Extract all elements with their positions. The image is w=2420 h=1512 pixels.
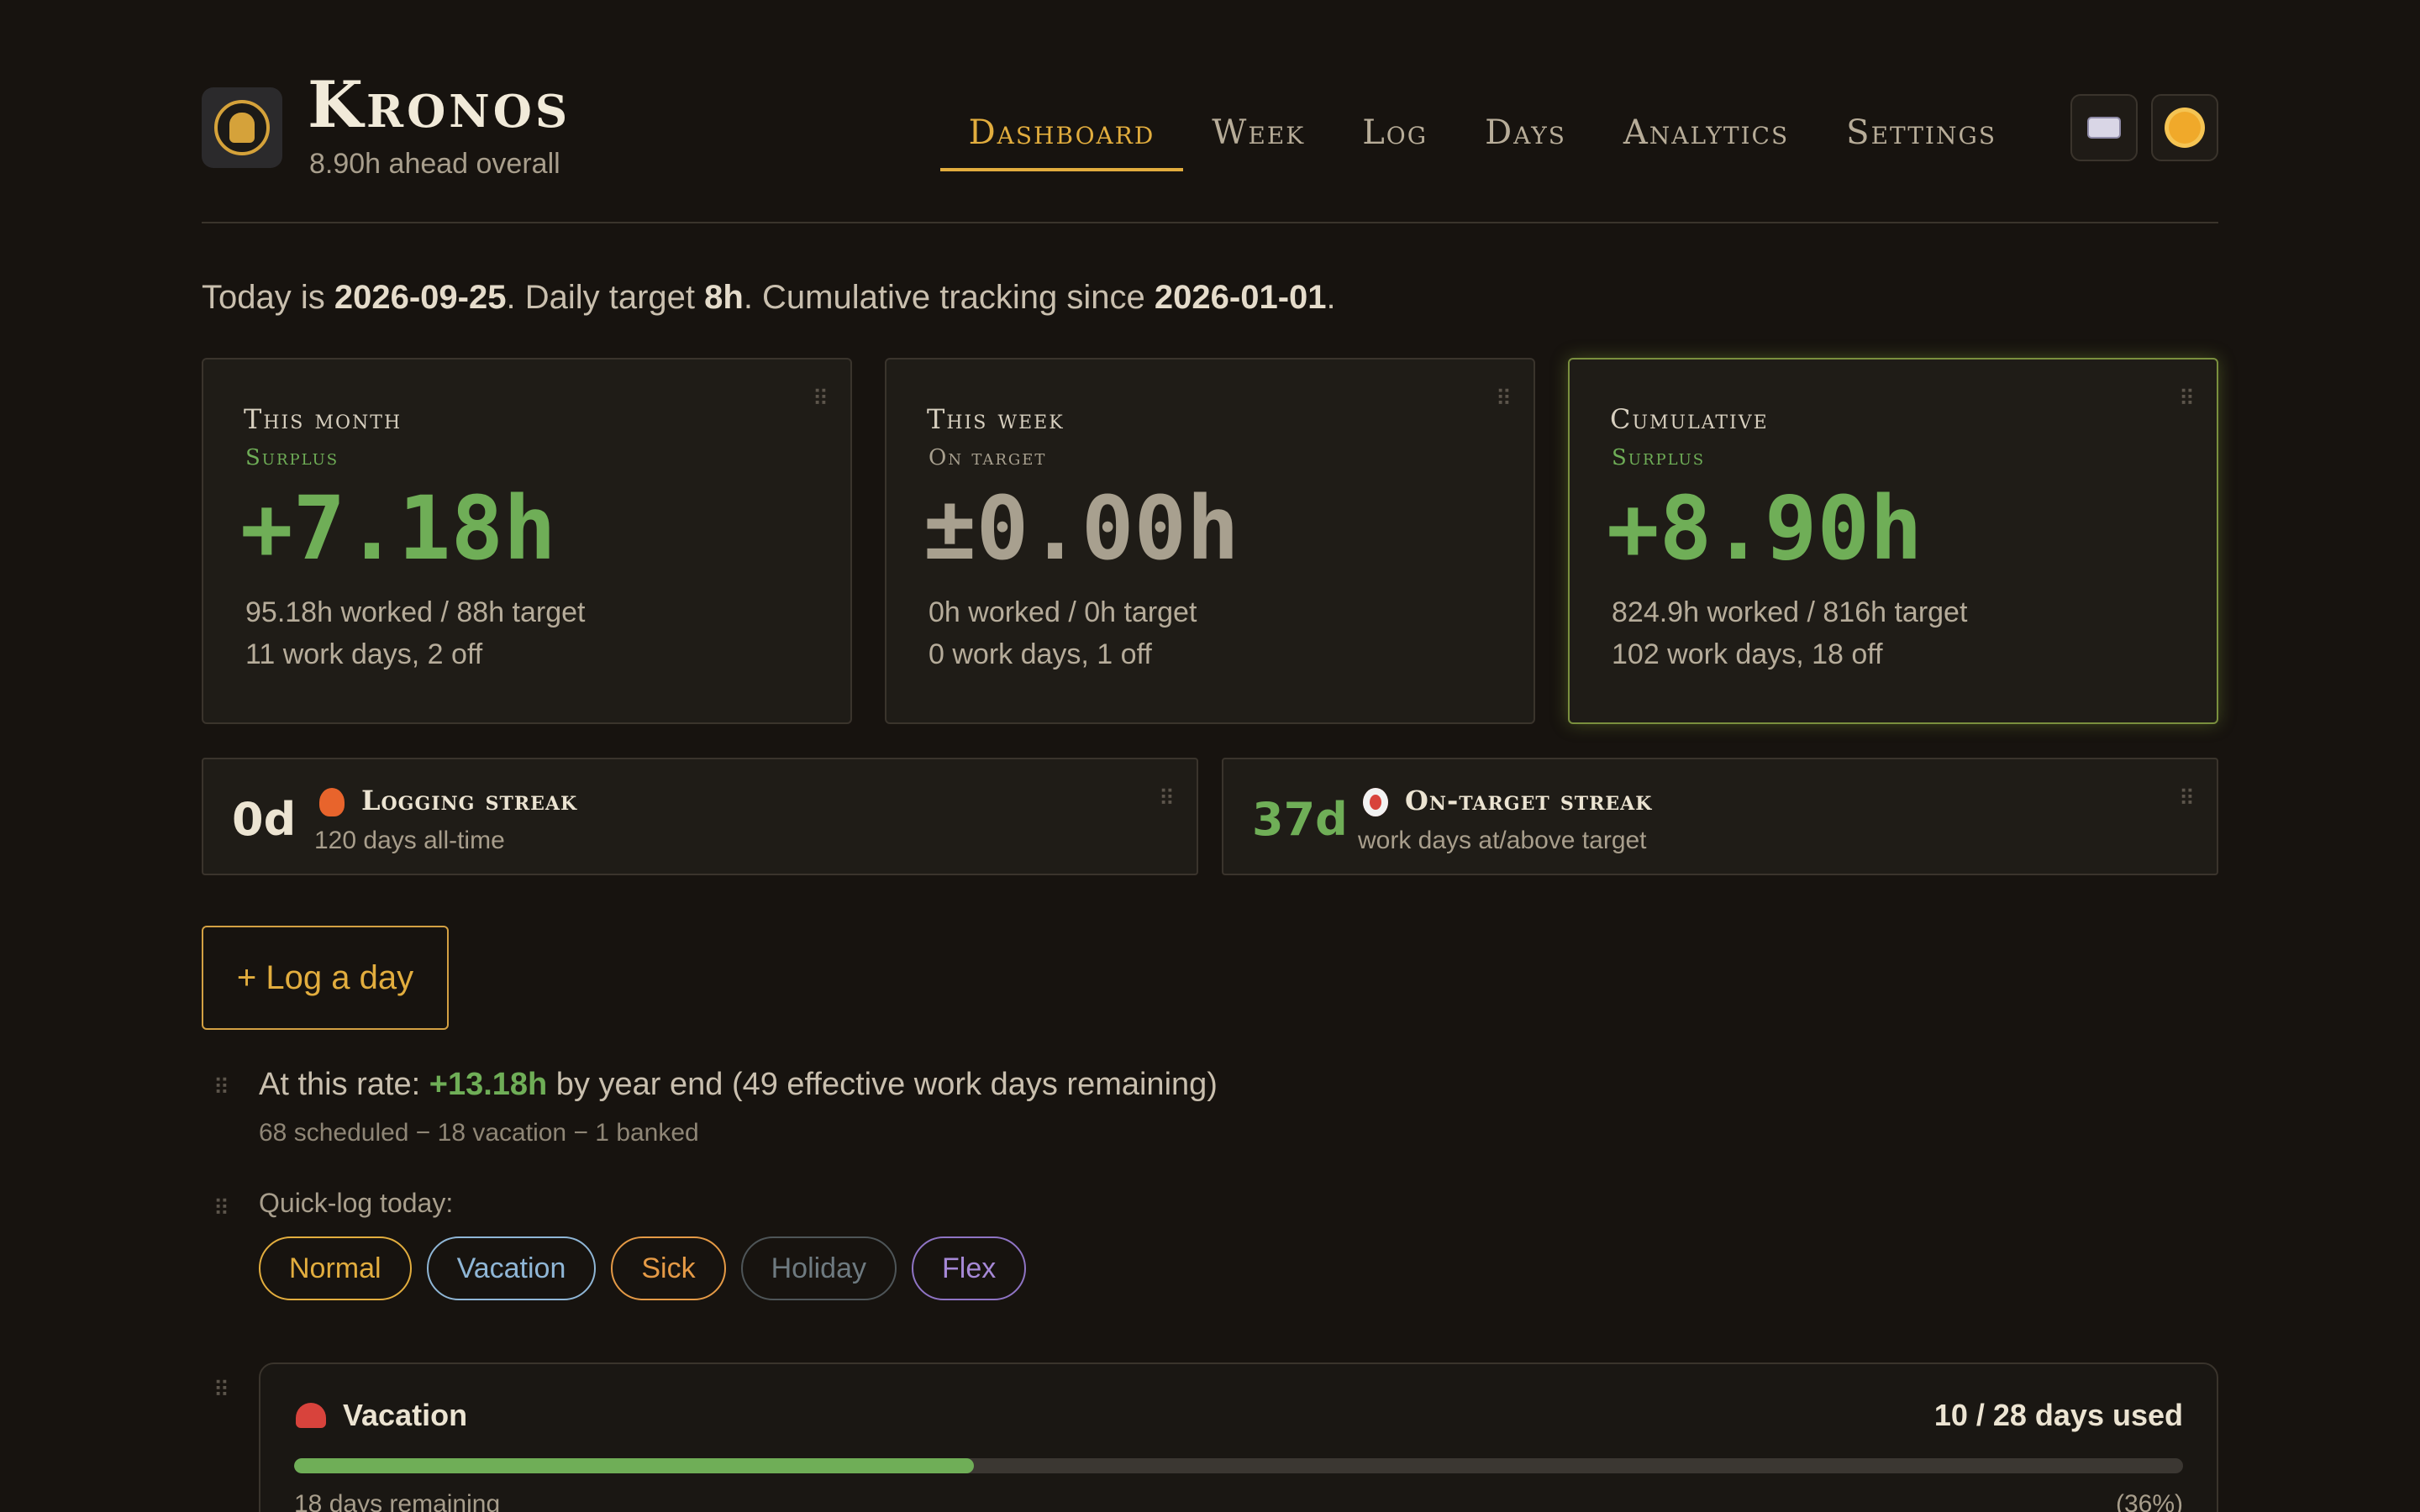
card-label: This week (927, 403, 1065, 435)
on-target-streak-card: ⠿ 37d On-target streak work days at/abov… (1222, 758, 2218, 875)
streak-title: On-target streak (1405, 785, 1653, 816)
drag-handle-icon[interactable]: ⠿ (213, 1378, 229, 1403)
stat-card-week: ⠿ This week On target ±0.00h 0h worked /… (885, 358, 1535, 724)
drag-handle-icon[interactable]: ⠿ (213, 1075, 229, 1100)
card-days: 11 work days, 2 off (245, 638, 483, 670)
stat-card-month: ⠿ This month Surplus +7.18h 95.18h worke… (202, 358, 852, 724)
kronos-logo-icon[interactable] (202, 87, 282, 168)
theme-toggle-button[interactable] (2151, 94, 2218, 161)
projection-text: At this rate: +13.18h by year end (49 ef… (259, 1067, 1218, 1102)
vacation-panel: Vacation 10 / 28 days used 18 days remai… (259, 1362, 2218, 1512)
vacation-used: 10 / 28 days used (1933, 1398, 2183, 1432)
app-header: Kronos 8.90h ahead overall Dashboard Wee… (202, 67, 2218, 223)
quick-log-label: Quick-log today: (259, 1188, 454, 1218)
keyboard-shortcuts-button[interactable] (2070, 94, 2138, 161)
card-label: This month (244, 403, 402, 435)
main-nav: Dashboard Week Log Days Analytics Settin… (939, 104, 2025, 171)
nav-days[interactable]: Days (1456, 104, 1595, 171)
card-value: +7.18h (240, 477, 556, 580)
streak-title: Logging streak (361, 785, 578, 816)
card-value: +8.90h (1607, 477, 1923, 580)
vacation-title: Vacation (343, 1398, 468, 1432)
projection-value: +13.18h (429, 1067, 548, 1102)
quick-log-options: Normal Vacation Sick Holiday Flex (259, 1236, 1027, 1300)
logging-streak-card: ⠿ 0d Logging streak 120 days all-time (202, 758, 1198, 875)
nav-analytics[interactable]: Analytics (1595, 104, 1818, 171)
today-date: 2026-09-25 (334, 279, 507, 316)
sun-icon (2169, 112, 2201, 144)
fire-icon (319, 788, 345, 816)
vacation-progress-bar (294, 1458, 2183, 1473)
card-hours: 824.9h worked / 816h target (1612, 596, 1968, 628)
streak-count: 0d (232, 793, 297, 846)
quick-log-vacation-button[interactable]: Vacation (426, 1236, 597, 1300)
vacation-progress-fill (294, 1458, 975, 1473)
card-status: Surplus (1612, 445, 1706, 470)
nav-week[interactable]: Week (1183, 104, 1334, 171)
brand-title: Kronos (308, 67, 571, 142)
quick-log-normal-button[interactable]: Normal (259, 1236, 412, 1300)
nav-log[interactable]: Log (1334, 104, 1456, 171)
intro-text: Today is 2026-09-25. Daily target 8h. Cu… (202, 279, 1336, 316)
daily-target: 8h (704, 279, 744, 316)
card-label: Cumulative (1610, 403, 1769, 435)
nav-dashboard[interactable]: Dashboard (939, 104, 1184, 171)
quick-log-holiday-button[interactable]: Holiday (740, 1236, 897, 1300)
target-icon (1363, 788, 1388, 816)
nav-settings[interactable]: Settings (1818, 104, 2025, 171)
stat-card-cumulative: ⠿ Cumulative Surplus +8.90h 824.9h worke… (1568, 358, 2218, 724)
quick-log-sick-button[interactable]: Sick (611, 1236, 726, 1300)
card-status: On target (929, 445, 1047, 470)
app-root: Kronos 8.90h ahead overall Dashboard Wee… (202, 0, 2218, 1512)
streak-subtitle: work days at/above target (1358, 827, 1647, 854)
card-hours: 95.18h worked / 88h target (245, 596, 586, 628)
card-value: ±0.00h (923, 477, 1239, 580)
drag-handle-icon[interactable]: ⠿ (1496, 386, 1512, 412)
card-status: Surplus (245, 445, 339, 470)
card-hours: 0h worked / 0h target (929, 596, 1197, 628)
keyboard-icon (2087, 117, 2121, 139)
card-days: 102 work days, 18 off (1612, 638, 1883, 670)
projection-detail: 68 scheduled − 18 vacation − 1 banked (259, 1119, 699, 1147)
tracking-since: 2026-01-01 (1154, 279, 1327, 316)
quick-log-flex-button[interactable]: Flex (912, 1236, 1027, 1300)
card-days: 0 work days, 1 off (929, 638, 1152, 670)
beach-umbrella-icon (296, 1403, 326, 1428)
brand-subtitle: 8.90h ahead overall (309, 148, 560, 180)
drag-handle-icon[interactable]: ⠿ (213, 1196, 229, 1221)
vacation-percent: (36%) (2115, 1490, 2183, 1512)
vacation-remaining: 18 days remaining (294, 1490, 501, 1512)
drag-handle-icon[interactable]: ⠿ (813, 386, 829, 412)
log-a-day-button[interactable]: + Log a day (202, 926, 449, 1030)
drag-handle-icon[interactable]: ⠿ (2179, 786, 2195, 811)
drag-handle-icon[interactable]: ⠿ (1159, 786, 1175, 811)
drag-handle-icon[interactable]: ⠿ (2179, 386, 2195, 412)
streak-subtitle: 120 days all-time (314, 827, 505, 854)
streak-count: 37d (1252, 793, 1348, 846)
